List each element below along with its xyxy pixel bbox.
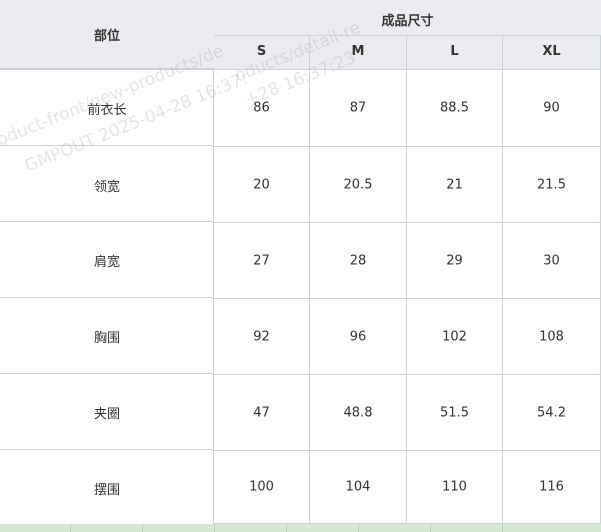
cell-value: 20.5 (343, 177, 373, 192)
strip-divider (502, 524, 503, 532)
table-cell: 51.5 (407, 375, 503, 451)
cell-value: 102 (442, 329, 467, 344)
strip-divider (286, 524, 287, 532)
header-part: 部位 (0, 0, 214, 69)
cell-value: 116 (539, 479, 564, 495)
cell-value: 108 (539, 329, 564, 344)
row-label-cell: 肩宽 (0, 221, 214, 297)
cell-value: 21 (446, 177, 463, 192)
cell-value: 88.5 (440, 100, 469, 116)
strip-divider (430, 524, 431, 532)
cell-value: 20 (253, 177, 270, 192)
cell-value: 90 (543, 100, 560, 116)
cell-value: 30 (543, 253, 560, 268)
table-cell: 90 (503, 70, 601, 147)
row-label: 夹圈 (93, 407, 120, 422)
cell-value: 21.5 (537, 177, 566, 192)
strip-divider (70, 524, 71, 532)
row-label-cell: 前衣长 (0, 69, 214, 145)
table-cell: 96 (310, 299, 407, 375)
header-size-group-label: 成品尺寸 (381, 14, 434, 29)
cell-value: 29 (446, 253, 463, 268)
table-cell: 30 (503, 223, 601, 299)
table-cell: 88.5 (407, 70, 503, 147)
table-cell: 27 (214, 223, 310, 299)
table-cell: 47 (214, 375, 310, 451)
cell-value: 104 (345, 479, 371, 495)
table-cell: 92 (214, 299, 310, 375)
row-label: 领宽 (93, 180, 120, 195)
header-size-group: 成品尺寸 (214, 0, 601, 36)
size-header-s: S (214, 36, 310, 70)
cell-value: 110 (442, 479, 467, 495)
size-header-l: L (407, 36, 503, 70)
strip-divider (214, 524, 215, 532)
strip-divider (358, 524, 359, 532)
table-cell: 108 (503, 299, 601, 375)
table-cell: 87 (310, 70, 407, 147)
size-chart: 部位 成品尺寸 S M L XL 前衣长 86 87 88.5 90 领宽 20… (0, 0, 601, 532)
row-label-cell: 领宽 (0, 145, 214, 221)
row-label: 肩宽 (93, 255, 120, 270)
size-header-xl: XL (503, 36, 601, 70)
table-cell: 102 (407, 299, 503, 375)
table-cell: 100 (214, 451, 310, 524)
table-cell: 104 (310, 451, 407, 524)
strip-divider (142, 524, 143, 532)
cell-value: 54.2 (537, 405, 566, 420)
table-cell: 21 (407, 147, 503, 223)
table-cell: 48.8 (310, 375, 407, 451)
row-label: 前衣长 (87, 103, 127, 118)
table-cell: 29 (407, 223, 503, 299)
cell-value: 27 (253, 253, 270, 268)
header-part-label: 部位 (93, 29, 120, 44)
cell-value: 96 (349, 329, 367, 344)
table-cell: 20 (214, 147, 310, 223)
row-label: 摆围 (93, 483, 120, 498)
table-cell: 110 (407, 451, 503, 524)
cell-value: 87 (349, 100, 367, 116)
cell-value: 92 (253, 329, 270, 344)
row-label: 胸围 (93, 331, 120, 346)
cell-value: 47 (253, 405, 270, 420)
table-cell: 28 (310, 223, 407, 299)
cell-value: 28 (349, 253, 367, 268)
table-cell: 21.5 (503, 147, 601, 223)
cell-value: 100 (249, 479, 274, 495)
next-table-strip (0, 524, 601, 532)
row-label-cell: 夹圈 (0, 373, 214, 449)
table-cell: 116 (503, 451, 601, 524)
cell-value: 86 (253, 100, 270, 116)
size-header-m: M (310, 36, 407, 70)
table-cell: 86 (214, 70, 310, 147)
row-label-cell: 胸围 (0, 297, 214, 373)
table-cell: 54.2 (503, 375, 601, 451)
cell-value: 48.8 (343, 405, 373, 420)
cell-value: 51.5 (440, 405, 469, 420)
table-cell: 20.5 (310, 147, 407, 223)
row-label-cell: 摆围 (0, 449, 214, 524)
